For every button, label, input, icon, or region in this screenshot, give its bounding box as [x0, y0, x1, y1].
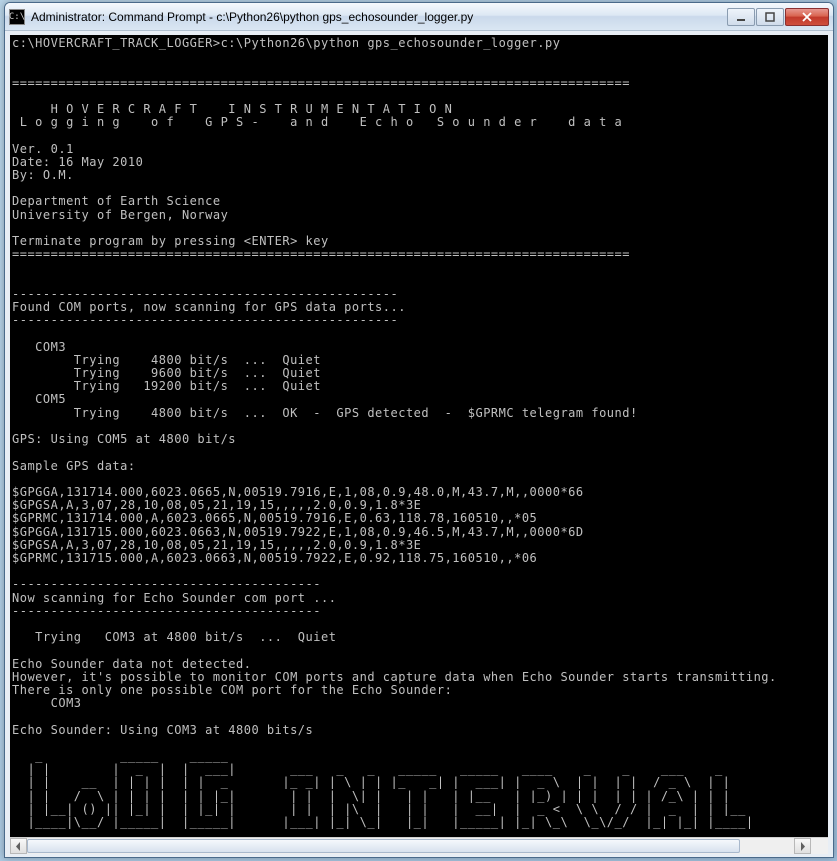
titlebar[interactable]: C:\ Administrator: Command Prompt - c:\P… — [5, 3, 833, 31]
nmea-4: $GPGGA,131715.000,6023.0663,N,00519.7922… — [12, 525, 584, 539]
sample-hdr: Sample GPS data: — [12, 459, 136, 473]
window-title: Administrator: Command Prompt - c:\Pytho… — [31, 10, 726, 24]
hr: ========================================… — [12, 76, 630, 90]
arrow-left-icon — [15, 842, 22, 851]
dept: Department of Earth Science — [12, 194, 221, 208]
terminal-output: c:\HOVERCRAFT_TRACK_LOGGER>c:\Python26\p… — [10, 35, 828, 837]
scrollbar-corner — [811, 838, 828, 854]
gps-using: GPS: Using COM5 at 4800 bit/s — [12, 432, 236, 446]
minimize-icon — [736, 12, 746, 22]
prompt-line: c:\HOVERCRAFT_TRACK_LOGGER>c:\Python26\p… — [12, 36, 560, 50]
nmea-2: $GPGSA,A,3,07,28,10,08,05,21,19,15,,,,,2… — [12, 498, 421, 512]
com5-4800: Trying 4800 bit/s ... OK - GPS detected … — [12, 406, 638, 420]
close-button[interactable] — [785, 8, 829, 26]
com3-4800: Trying 4800 bit/s ... Quiet — [12, 353, 321, 367]
window-buttons — [726, 8, 829, 26]
version: Ver. 0.1 — [12, 142, 74, 156]
try-com3: Trying COM3 at 4800 bit/s ... Quiet — [12, 630, 336, 644]
uni: University of Bergen, Norway — [12, 208, 228, 222]
minimize-button[interactable] — [727, 8, 755, 26]
nmea-3: $GPRMC,131714.000,A,6023.0665,N,00519.79… — [12, 511, 537, 525]
arrow-right-icon — [799, 842, 806, 851]
scroll-track[interactable] — [27, 838, 794, 854]
nmea-6: $GPRMC,131715.000,A,6023.0663,N,00519.79… — [12, 551, 537, 565]
close-icon — [801, 12, 813, 22]
nmea-1: $GPGGA,131714.000,6023.0665,N,00519.7916… — [12, 485, 584, 499]
echo-not: Echo Sounder data not detected. — [12, 657, 251, 671]
com5-label: COM5 — [12, 392, 66, 406]
author: By: O.M. — [12, 168, 74, 182]
dash2: ----------------------------------------… — [12, 313, 398, 327]
echo-using: Echo Sounder: Using COM3 at 4800 bits/s — [12, 723, 313, 737]
com3-9600: Trying 9600 bit/s ... Quiet — [12, 366, 321, 380]
system-menu-icon[interactable]: C:\ — [9, 9, 25, 25]
scroll-thumb[interactable] — [27, 839, 740, 853]
scan-echo: Now scanning for Echo Sounder com port .… — [12, 591, 336, 605]
banner-line-2: L o g g i n g o f G P S - a n d E c h o … — [12, 115, 622, 129]
maximize-icon — [765, 12, 775, 22]
however: However, it's possible to monitor COM po… — [12, 670, 777, 684]
com3-indent: COM3 — [12, 696, 82, 710]
date: Date: 16 May 2010 — [12, 155, 143, 169]
maximize-button[interactable] — [756, 8, 784, 26]
terminate-hint: Terminate program by pressing <ENTER> ke… — [12, 234, 329, 248]
com3-19200: Trying 19200 bit/s ... Quiet — [12, 379, 321, 393]
hr2: ========================================… — [12, 247, 630, 261]
scan-gps: Found COM ports, now scanning for GPS da… — [12, 300, 406, 314]
command-prompt-window: C:\ Administrator: Command Prompt - c:\P… — [4, 2, 834, 858]
dash4: ---------------------------------------- — [12, 604, 321, 618]
scroll-right-button[interactable] — [794, 838, 811, 854]
only-one: There is only one possible COM port for … — [12, 683, 452, 697]
scroll-left-button[interactable] — [10, 838, 27, 854]
dash1: ----------------------------------------… — [12, 287, 398, 301]
terminal-area[interactable]: c:\HOVERCRAFT_TRACK_LOGGER>c:\Python26\p… — [10, 35, 828, 837]
banner-line-1: H O V E R C R A F T I N S T R U M E N T … — [12, 102, 452, 116]
dash3: ---------------------------------------- — [12, 577, 321, 591]
nmea-5: $GPGSA,A,3,07,28,10,08,05,21,19,15,,,,,2… — [12, 538, 421, 552]
horizontal-scrollbar[interactable] — [10, 837, 828, 854]
com3-label: COM3 — [12, 340, 66, 354]
